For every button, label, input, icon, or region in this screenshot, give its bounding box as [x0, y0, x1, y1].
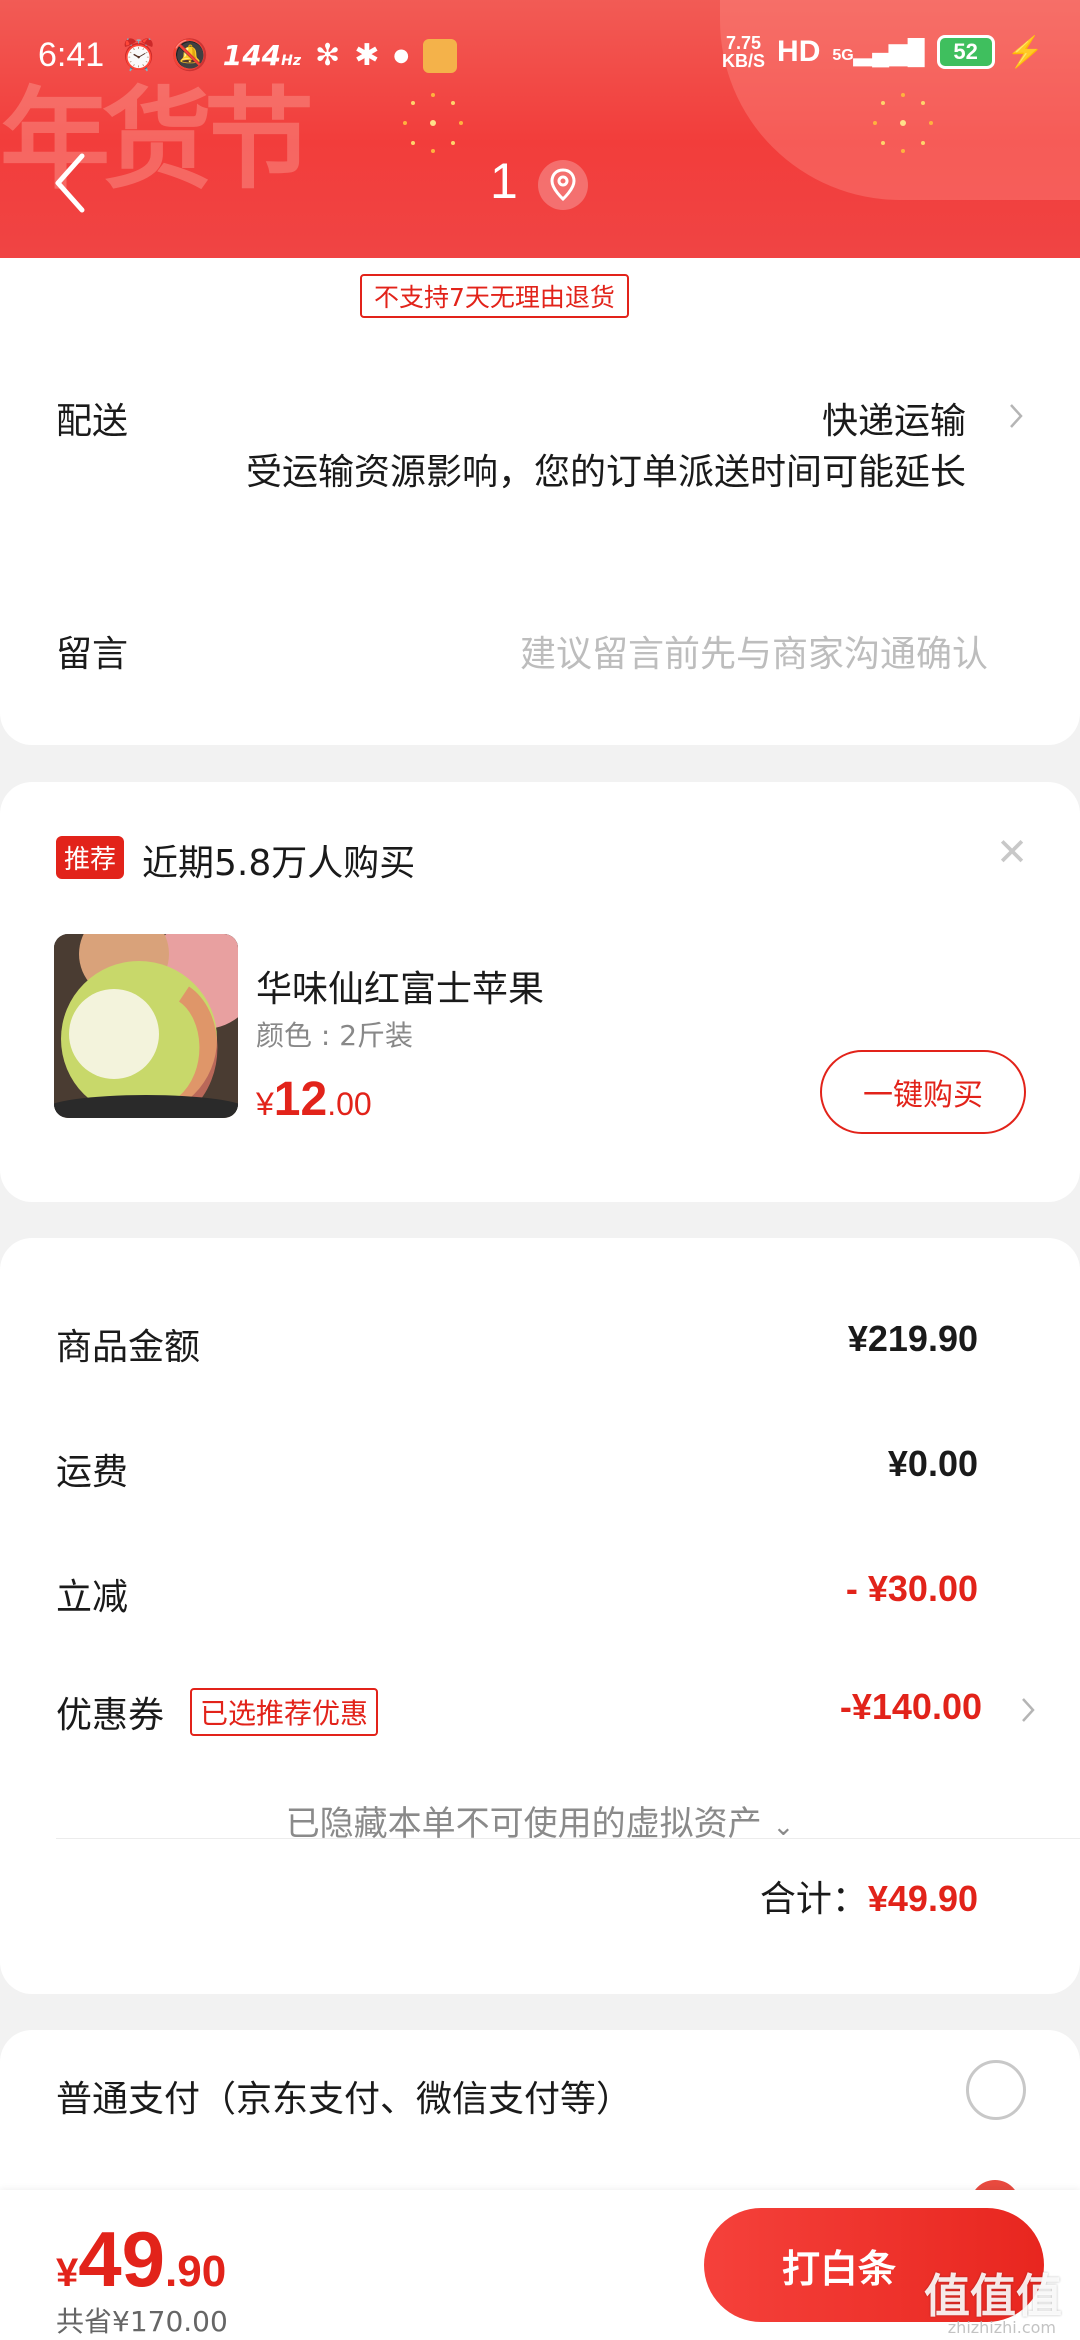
goods-amount-value: ¥219.90	[847, 1318, 978, 1359]
product-name[interactable]: 华味仙红富士苹果	[256, 960, 544, 1012]
bottom-bar: ¥49.90 共省¥170.00 打白条	[0, 2190, 1080, 2340]
recommend-tag: 推荐	[56, 836, 125, 879]
message-label: 留言	[56, 634, 129, 675]
signal-icon: 5G▂▄▆█	[832, 38, 925, 66]
bluetooth-icon: ✱	[354, 38, 380, 73]
location-pin-icon[interactable]	[538, 160, 588, 210]
fan-icon: ✻	[315, 38, 341, 73]
quick-buy-button[interactable]: 一键购买	[820, 1050, 1026, 1134]
order-info-card: 不支持7天无理由退货 配送 快递运输 受运输资源影响，您的订单派送时间可能延长 …	[0, 230, 1080, 745]
net-speed: 7.75 KB/S	[722, 33, 766, 71]
coupon-tag: 已选推荐优惠	[190, 1688, 379, 1736]
delivery-label: 配送	[56, 401, 129, 442]
status-bar: 6:41 ⏰ 🔕 144Hz ✻ ✱ ● 7.75 KB/S HD 5G▂▄▆█ …	[0, 0, 1080, 110]
saved-amount: 共省¥170.00	[56, 2305, 228, 2338]
delivery-note: 受运输资源影响，您的订单派送时间可能延长	[245, 452, 966, 493]
discount-label: 立减	[56, 1577, 129, 1618]
recommend-card: 推荐 近期5.8万人购买 ✕ 华味仙红富士苹果 颜色 : 2斤装 ¥12.00 …	[0, 782, 1080, 1202]
total-row: 合计：¥49.90	[759, 1878, 978, 1920]
product-image[interactable]	[54, 934, 238, 1118]
site-watermark-url: zhizhizhi.com	[947, 2318, 1056, 2337]
normal-payment-radio[interactable]	[966, 2060, 1026, 2120]
divider	[56, 1838, 1080, 1839]
shipping-label: 运费	[56, 1452, 129, 1493]
product-price: ¥12.00	[256, 1073, 372, 1126]
site-watermark: 值值值	[924, 2269, 1062, 2323]
back-button[interactable]	[50, 148, 100, 218]
page-title: 1	[490, 153, 518, 209]
coupon-label: 优惠券	[56, 1695, 165, 1736]
status-time: 6:41	[38, 36, 105, 74]
charging-icon: ⚡	[1006, 35, 1044, 69]
no-return-tag: 不支持7天无理由退货	[360, 274, 629, 318]
product-spec: 颜色 : 2斤装	[256, 1019, 414, 1052]
normal-payment-label[interactable]: 普通支付（京东支付、微信支付等）	[56, 2070, 632, 2122]
chevron-right-icon[interactable]	[1008, 402, 1024, 430]
status-left-icons: ⏰ 🔕 144Hz ✻ ✱ ●	[120, 38, 458, 73]
goods-amount-label: 商品金额	[56, 1327, 201, 1368]
bottom-total-price: ¥49.90	[56, 2215, 227, 2303]
coupon-value[interactable]: -¥140.00	[840, 1686, 982, 1728]
message-input[interactable]: 建议留言前先与商家沟通确认	[520, 625, 988, 677]
close-icon[interactable]: ✕	[996, 830, 1028, 874]
hd-indicator: HD	[777, 35, 821, 68]
chevron-left-icon	[55, 153, 85, 213]
battery-icon: 52	[936, 35, 995, 69]
recommend-title: 近期5.8万人购买	[142, 843, 416, 884]
chevron-right-icon[interactable]	[1020, 1696, 1036, 1724]
price-summary-card: 商品金额 ¥219.90 运费 ¥0.00 立减 - ¥30.00 优惠券 已选…	[0, 1238, 1080, 1994]
discount-value: - ¥30.00	[845, 1568, 978, 1609]
status-right: 7.75 KB/S HD 5G▂▄▆█ 52 ⚡	[722, 34, 1044, 70]
mute-icon: 🔕	[171, 38, 209, 73]
dot-icon: ●	[393, 45, 410, 66]
refresh-rate: 144Hz	[222, 39, 302, 72]
alarm-icon: ⏰	[120, 38, 158, 73]
shipping-value: ¥0.00	[887, 1443, 978, 1484]
header: 年货节 6:41 ⏰ 🔕 144Hz ✻ ✱ ● 7.75 KB/S HD 5G▂…	[0, 0, 1080, 258]
firework-decor	[430, 120, 436, 126]
delivery-value[interactable]: 快递运输	[822, 392, 966, 444]
shop-app-icon	[423, 38, 458, 73]
firework-decor	[900, 120, 906, 126]
